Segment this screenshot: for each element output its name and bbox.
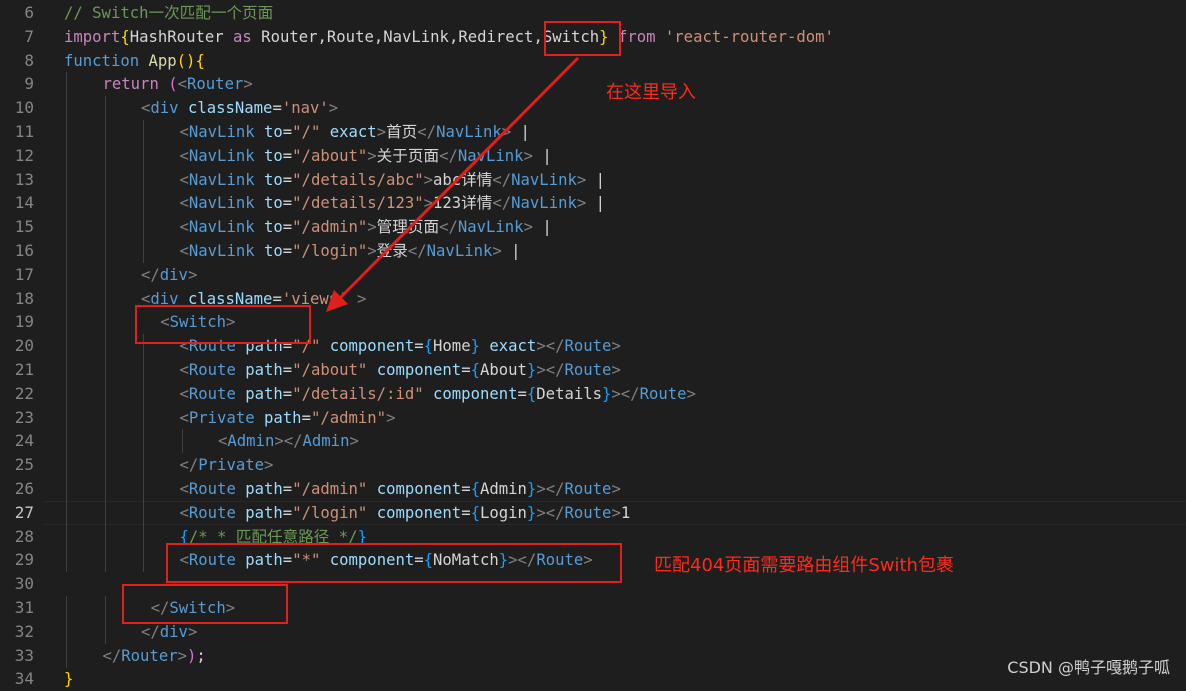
code-editor[interactable]: 6// Switch一次匹配一个页面 7 import{HashRouter as … (0, 0, 1186, 688)
switch-note-label: 匹配404页面需要路由组件Swith包裹 (654, 555, 954, 576)
annotation-arrow (326, 56, 580, 312)
import-note-label: 在这里导入 (606, 82, 696, 103)
watermark: CSDN @鸭子嘎鹅子呱 (1007, 658, 1170, 677)
